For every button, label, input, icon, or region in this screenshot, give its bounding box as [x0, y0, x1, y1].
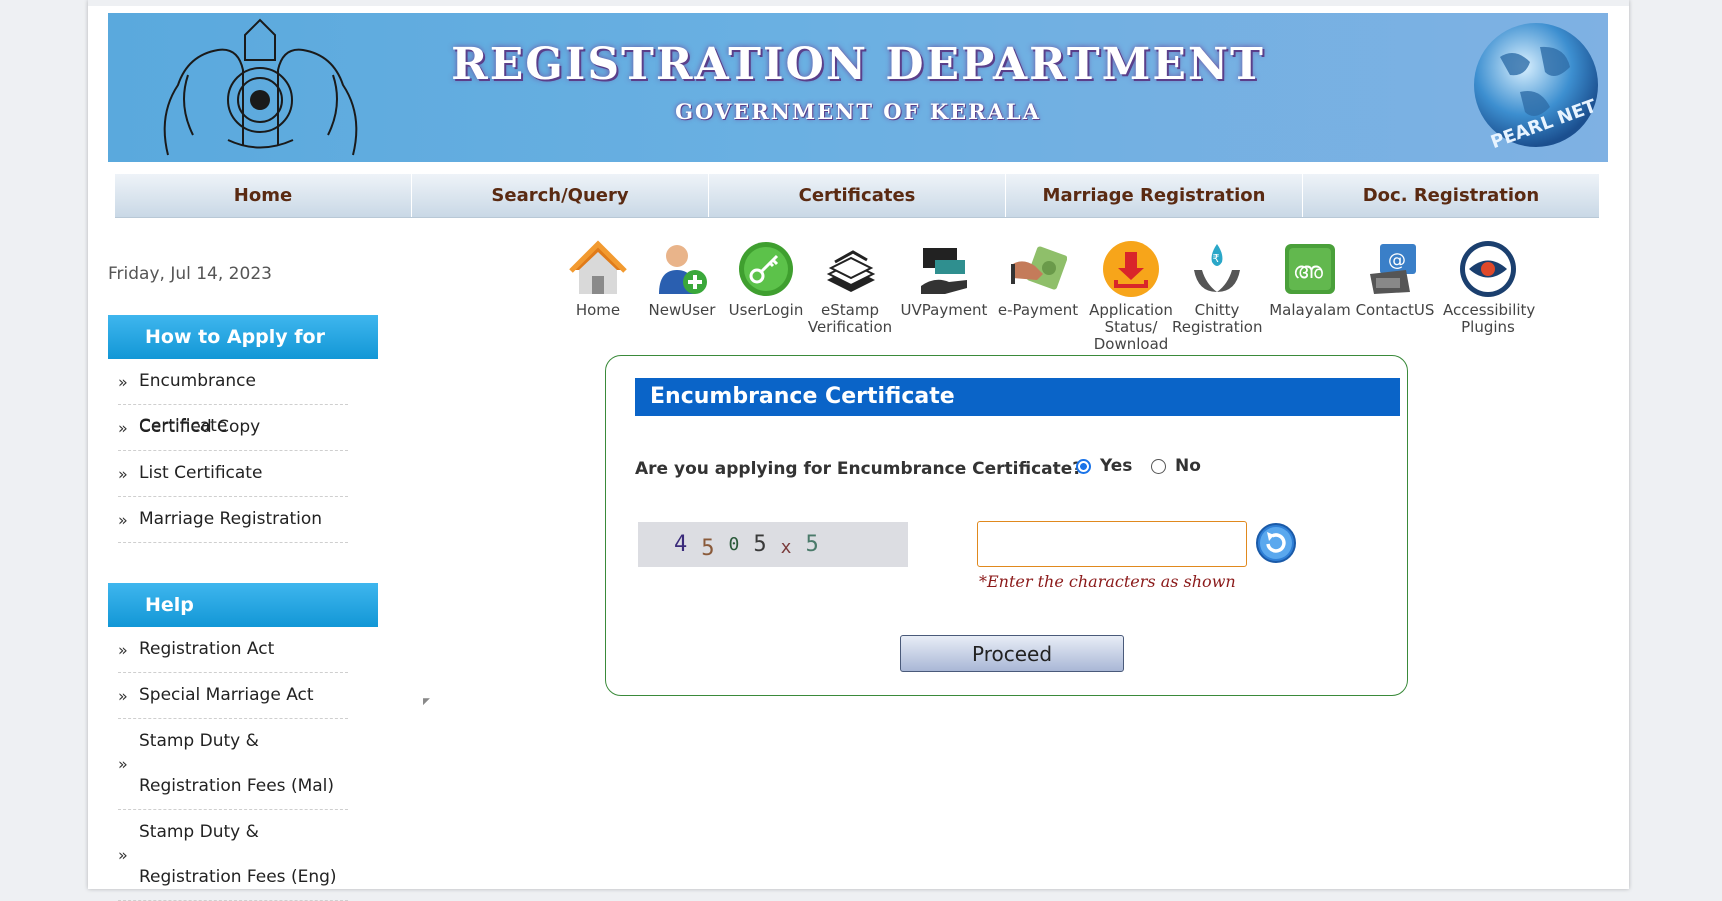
main-nav: Home Search/Query Certificates Marriage …: [115, 174, 1599, 218]
help-header: Help: [108, 583, 378, 627]
apply-item-list-certificate[interactable]: » List Certificate: [118, 451, 348, 497]
estamp-icon: [826, 250, 876, 292]
double-chevron-icon: »: [118, 754, 128, 774]
how-to-apply-header: How to Apply for: [108, 315, 378, 359]
nav-doc-registration[interactable]: Doc. Registration: [1303, 174, 1599, 217]
form-title: Encumbrance Certificate: [635, 378, 1400, 416]
help-list: » Registration Act » Special Marriage Act …: [118, 627, 348, 901]
apply-question: Are you applying for Encumbrance Certifi…: [635, 459, 1083, 479]
uv-payment-icon: [921, 248, 967, 294]
nav-certificates[interactable]: Certificates: [709, 174, 1006, 217]
help-item-special-marriage-act[interactable]: » Special Marriage Act: [118, 673, 348, 719]
banner-title: REGISTRATION DEPARTMENT: [451, 39, 1265, 90]
double-chevron-icon: »: [118, 845, 128, 865]
home-icon: [569, 240, 627, 294]
captcha-image: 4 5 0 5 x 5: [638, 522, 908, 567]
apply-item-marriage-registration[interactable]: » Marriage Registration: [118, 497, 348, 543]
double-chevron-icon: »: [118, 418, 128, 437]
quick-link-user-login[interactable]: UserLogin: [721, 240, 811, 319]
banner-subtitle: GOVERNMENT OF KERALA: [675, 99, 1041, 124]
apply-item-encumbrance[interactable]: » Encumbrance Certificate: [118, 359, 348, 436]
captcha-char: x: [780, 537, 792, 558]
radio-yes-indicator[interactable]: [1076, 458, 1091, 474]
contact-icon: @: [1370, 244, 1416, 294]
quick-link-malayalam[interactable]: അ Malayalam: [1265, 240, 1355, 319]
captcha-hint: *Enter the characters as shown: [979, 572, 1236, 591]
download-icon: [1103, 241, 1159, 297]
help-item-stamp-duty-mal[interactable]: » Stamp Duty & Registration Fees (Mal): [118, 719, 348, 810]
e-payment-icon: [1011, 246, 1067, 290]
help-item-registration-act[interactable]: » Registration Act: [118, 627, 348, 673]
apply-item-certified-copy[interactable]: » Certified Copy: [118, 405, 348, 451]
header-banner: REGISTRATION DEPARTMENT GOVERNMENT OF KE…: [108, 13, 1608, 162]
refresh-captcha-icon[interactable]: [1255, 522, 1297, 564]
nav-home[interactable]: Home: [115, 174, 412, 217]
page-container: REGISTRATION DEPARTMENT GOVERNMENT OF KE…: [88, 0, 1629, 901]
nav-marriage-registration[interactable]: Marriage Registration: [1006, 174, 1303, 217]
pearl-net-globe-icon: PEARL NET: [1474, 23, 1600, 153]
quick-link-home[interactable]: Home: [553, 240, 643, 319]
quick-link-contact-us[interactable]: @ ContactUS: [1350, 240, 1440, 319]
nav-search-query[interactable]: Search/Query: [412, 174, 709, 217]
double-chevron-icon: »: [118, 640, 128, 659]
key-icon: [739, 242, 793, 296]
svg-text:₹: ₹: [1213, 252, 1220, 265]
new-user-icon: [659, 245, 707, 294]
quick-link-accessibility[interactable]: Accessibility Plugins: [1443, 240, 1535, 336]
quick-link-estamp[interactable]: eStamp Verification: [805, 240, 895, 336]
help-item-stamp-duty-eng[interactable]: » Stamp Duty & Registration Fees (Eng): [118, 810, 348, 901]
captcha-char: 4: [674, 532, 688, 557]
how-to-apply-list: » Encumbrance Certificate » Certified Copy…: [118, 359, 348, 543]
quick-link-uv-payment[interactable]: UVPayment: [899, 240, 989, 319]
resize-corner-icon: ◤: [423, 697, 430, 707]
captcha-input[interactable]: [977, 521, 1247, 567]
quick-link-chitty-registration[interactable]: ₹ Chitty Registration: [1172, 240, 1262, 336]
radio-yes[interactable]: Yes: [1076, 456, 1132, 476]
captcha-char: 5: [701, 536, 715, 561]
double-chevron-icon: »: [118, 372, 128, 391]
top-strip: [88, 0, 1629, 6]
double-chevron-icon: »: [118, 464, 128, 483]
proceed-button[interactable]: Proceed: [900, 635, 1124, 672]
quick-link-new-user[interactable]: NewUser: [637, 240, 727, 319]
radio-no[interactable]: No: [1151, 456, 1201, 476]
accessibility-eye-icon: [1460, 241, 1516, 297]
chitty-icon: ₹: [1194, 244, 1240, 292]
quick-links-bar: Home NewUser UserLogin eStamp Verificati…: [553, 240, 1663, 353]
quick-link-application-status[interactable]: Application Status/ Download: [1086, 240, 1176, 353]
current-date: Friday, Jul 14, 2023: [108, 264, 272, 284]
captcha-char: 5: [805, 532, 819, 557]
encumbrance-form: Encumbrance Certificate Are you applying…: [605, 355, 1408, 696]
radio-no-indicator[interactable]: [1151, 458, 1166, 474]
captcha-char: 5: [753, 532, 767, 557]
svg-text:@: @: [1388, 250, 1406, 271]
double-chevron-icon: »: [118, 686, 128, 705]
double-chevron-icon: »: [118, 510, 128, 529]
malayalam-icon: അ: [1285, 244, 1335, 294]
captcha-char: 0: [728, 534, 740, 555]
svg-text:അ: അ: [1293, 259, 1323, 284]
quick-link-e-payment[interactable]: e-Payment: [993, 240, 1083, 319]
